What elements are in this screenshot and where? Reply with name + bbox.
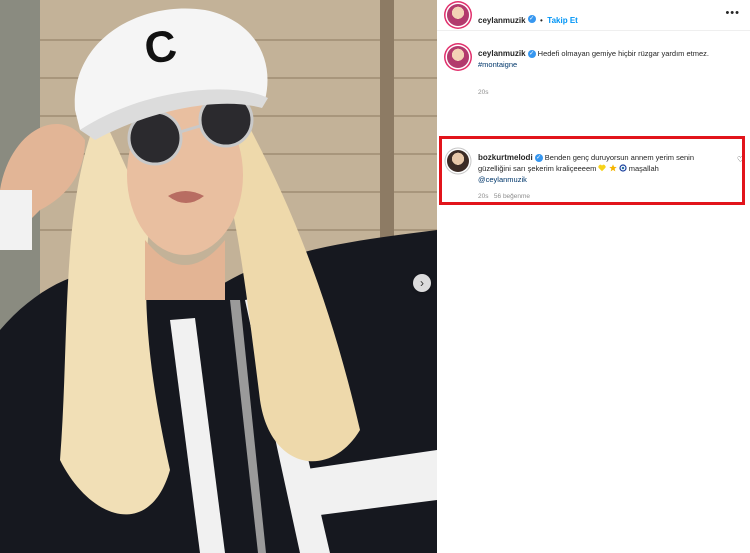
svg-text:C: C (141, 21, 179, 74)
more-options-icon[interactable]: ••• (725, 7, 740, 19)
author-avatar[interactable] (447, 4, 469, 26)
caption-hashtag[interactable]: #montaigne (478, 60, 517, 69)
post-header: ceylanmuzik ✓ • Takip Et ••• (437, 0, 750, 31)
verified-icon: ✓ (527, 14, 536, 23)
post-sidebar: ceylanmuzik ✓ • Takip Et ••• ceylanmuzik ✓… (437, 0, 750, 553)
next-photo-button[interactable]: › (413, 274, 431, 292)
photo-illustration: C (0, 0, 437, 553)
verified-icon: ✓ (527, 50, 536, 59)
header-line: ceylanmuzik ✓ • Takip Et (478, 10, 578, 28)
caption-username[interactable]: ceylanmuzik (478, 49, 526, 58)
follow-button[interactable]: Takip Et (547, 16, 578, 25)
separator: • (540, 16, 543, 25)
caption-avatar[interactable] (447, 46, 469, 68)
caption-time: 20s (478, 89, 489, 96)
caption: ceylanmuzik ✓ Hedefi olmayan gemiye hiçbi… (478, 48, 738, 96)
caption-text: Hedefi olmayan gemiye hiçbir rüzgar yard… (537, 49, 709, 58)
post-photo[interactable]: C › (0, 0, 437, 553)
author-username[interactable]: ceylanmuzik (478, 16, 526, 25)
comment-highlight-box (439, 136, 745, 205)
